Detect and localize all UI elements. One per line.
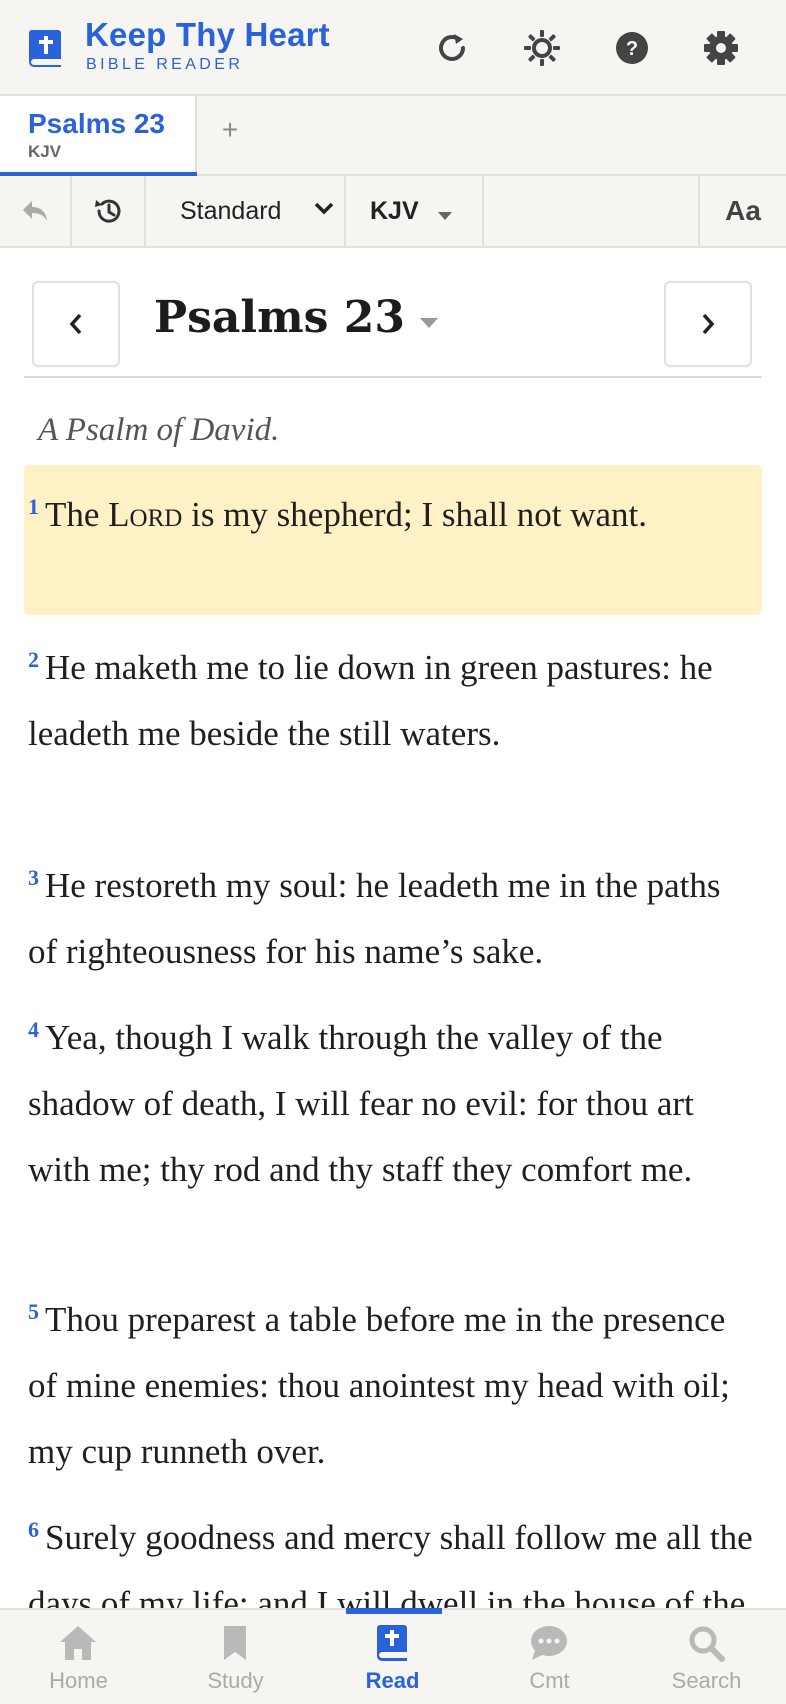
bible-logo-icon — [29, 30, 61, 67]
search-icon — [689, 1626, 725, 1662]
font-size-label: Aa — [725, 195, 761, 226]
chevron-left-icon — [69, 313, 82, 335]
version-select[interactable]: KJV — [346, 176, 484, 246]
psalm-superscription: A Psalm of David. — [38, 412, 280, 448]
refresh-icon — [439, 34, 465, 61]
home-icon — [60, 1626, 96, 1660]
verse-text: 3 He restoreth my soul: he leadeth me in … — [28, 865, 721, 971]
nav-read[interactable]: Read — [314, 1610, 471, 1704]
verse-text: 5 Thou preparest a table before me in the… — [28, 1299, 730, 1471]
chevron-right-icon — [702, 313, 715, 335]
next-chapter-button[interactable] — [664, 281, 752, 367]
bookmark-icon — [224, 1626, 246, 1660]
nav-home-label: Home — [49, 1668, 108, 1693]
nav-search-label: Search — [671, 1668, 742, 1693]
history-button[interactable] — [72, 176, 146, 246]
verse-4[interactable]: 4 Yea, though I walk through the valley o… — [24, 997, 762, 1203]
settings-button[interactable] — [697, 24, 745, 72]
version-value: KJV — [370, 196, 419, 225]
history-icon — [95, 199, 121, 223]
toolbar-spacer — [484, 176, 700, 246]
chapter-title[interactable]: Psalms 23 — [154, 292, 405, 343]
verse-number: 6 — [28, 1517, 39, 1542]
app-title: Keep Thy Heart — [85, 16, 330, 53]
chapter-divider — [24, 376, 762, 378]
nav-study[interactable]: Study — [157, 1610, 314, 1704]
add-tab-button[interactable]: + — [215, 110, 245, 150]
verse-5[interactable]: 5 Thou preparest a table before me in the… — [24, 1279, 762, 1485]
help-button[interactable]: ? — [608, 24, 656, 72]
bible-icon — [377, 1625, 407, 1661]
verse-number: 2 — [28, 647, 39, 672]
brightness-icon — [524, 30, 560, 66]
verse-text: 1 The Lord is my shepherd; I shall not wa… — [28, 494, 647, 534]
tab-psalms-23[interactable]: Psalms 23 KJV — [0, 96, 197, 178]
verse-number: 5 — [28, 1299, 39, 1324]
verse-number: 1 — [28, 494, 39, 519]
tab-version: KJV — [28, 142, 62, 161]
active-nav-indicator — [346, 1608, 442, 1614]
previous-chapter-button[interactable] — [32, 281, 120, 367]
verse-number: 4 — [28, 1017, 39, 1042]
settings-icon — [704, 31, 738, 65]
reading-mode-select[interactable]: Standard — [146, 176, 346, 246]
reading-mode-value: Standard — [180, 196, 282, 225]
verse-number: 3 — [28, 865, 39, 890]
svg-text:?: ? — [626, 38, 638, 60]
comment-icon — [531, 1626, 567, 1660]
back-arrow-icon — [23, 201, 47, 221]
refresh-button[interactable] — [428, 24, 476, 72]
chapter-caret-icon[interactable] — [420, 318, 438, 328]
nav-search[interactable]: Search — [628, 1610, 785, 1704]
reader-toolbar: Standard KJV Aa — [0, 176, 786, 248]
nav-study-label: Study — [207, 1668, 264, 1693]
back-button[interactable] — [0, 176, 72, 246]
verse-3[interactable]: 3 He restoreth my soul: he leadeth me in … — [24, 845, 762, 985]
verse-text: 4 Yea, though I walk through the valley o… — [28, 1017, 694, 1189]
verse-text: 2 He maketh me to lie down in green pastu… — [28, 647, 713, 753]
nav-commentary-label: Cmt — [529, 1668, 570, 1693]
nav-read-label: Read — [365, 1668, 420, 1693]
app-header: Keep Thy Heart BIBLE READER ? — [0, 0, 786, 96]
nav-home[interactable]: Home — [0, 1610, 157, 1704]
caret-down-icon — [438, 212, 452, 220]
chevron-down-icon — [314, 202, 334, 215]
nav-commentary[interactable]: Cmt — [471, 1610, 628, 1704]
verse-1[interactable]: 1 The Lord is my shepherd; I shall not wa… — [24, 465, 762, 615]
bottom-navigation: Home Study Read Cmt Search — [0, 1608, 786, 1704]
app-subtitle: BIBLE READER — [86, 56, 244, 73]
tab-title: Psalms 23 — [28, 108, 165, 139]
verse-2[interactable]: 2 He maketh me to lie down in green pastu… — [24, 627, 762, 767]
font-size-button[interactable]: Aa — [700, 176, 786, 246]
divine-name: Lord — [108, 495, 183, 534]
brightness-button[interactable] — [518, 24, 566, 72]
tab-bar: Psalms 23 KJV + — [0, 96, 786, 178]
help-icon: ? — [616, 32, 648, 64]
